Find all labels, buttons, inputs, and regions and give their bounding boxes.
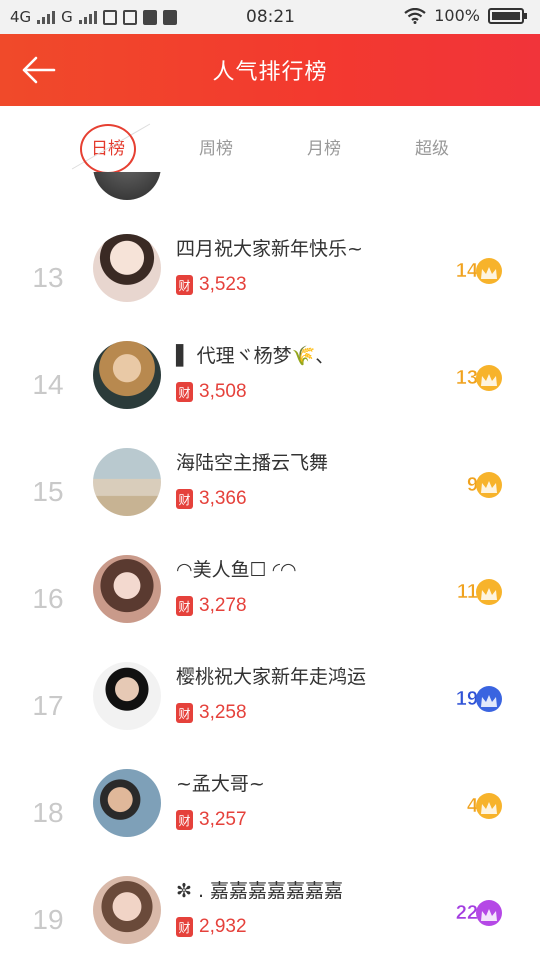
tab-weekly[interactable]: 周榜 (186, 134, 246, 159)
level-badge: 19 (455, 686, 502, 712)
wealth-amount: 3,278 (199, 595, 247, 616)
wealth-value: 财 3,257 (176, 809, 247, 831)
signal-icon (37, 10, 56, 24)
status-right: 100% (404, 6, 527, 25)
avatar (93, 172, 161, 200)
wealth-amount: 2,932 (199, 916, 247, 937)
rank-number: 19 (32, 904, 64, 935)
avatar[interactable] (93, 876, 161, 944)
avatar[interactable] (93, 234, 161, 302)
list-item[interactable]: 16 ◠美人鱼☐ ◜◠ 财 3,278 11 (0, 555, 540, 662)
level-number: 11 (456, 580, 479, 603)
user-name: ~孟大哥~ (176, 773, 265, 795)
wealth-badge-icon: 财 (176, 489, 193, 509)
rank-number: 18 (32, 797, 64, 828)
active-tab-indicator (80, 124, 136, 174)
level-number: 14 (455, 259, 478, 282)
level-badge: 13 (455, 365, 502, 391)
user-name: ◠美人鱼☐ ◜◠ (176, 559, 297, 581)
list-item[interactable]: 15 海陆空主播云飞舞财 3,366 9 (0, 448, 540, 555)
wealth-value: 财 3,258 (176, 702, 247, 724)
wealth-amount: 3,257 (199, 809, 247, 830)
level-number: 19 (455, 687, 478, 710)
level-badge: 14 (455, 258, 502, 284)
level-number: 13 (455, 366, 478, 389)
list-item[interactable]: 19 ✼ . 嘉嘉嘉嘉嘉嘉嘉财 2,932 22 (0, 876, 540, 960)
crown-icon (476, 472, 502, 498)
crown-icon (476, 686, 502, 712)
wealth-badge-icon: 财 (176, 917, 193, 937)
ranking-list: 13 四月祝大家新年快乐~ 财 3,523 14 14 ▌ 代理ヾ杨梦🌾、财 3,508 13 1… (0, 172, 540, 960)
crown-icon (476, 579, 502, 605)
wealth-badge-icon: 财 (176, 703, 193, 723)
crown-icon (476, 900, 502, 926)
tab-monthly[interactable]: 月榜 (294, 134, 354, 159)
wifi-icon (404, 7, 426, 24)
crown-icon (476, 793, 502, 819)
rank-number: 14 (32, 369, 64, 400)
notification-check-icon (102, 9, 117, 25)
list-item[interactable]: 13 四月祝大家新年快乐~ 财 3,523 14 (0, 234, 540, 341)
level-badge: 11 (457, 579, 502, 605)
rank-number: 13 (32, 262, 64, 293)
avatar[interactable] (93, 769, 161, 837)
avatar[interactable] (93, 555, 161, 623)
rank-number: 17 (32, 690, 64, 721)
wealth-value: 财 3,508 (176, 381, 247, 403)
battery-percent: 100% (434, 6, 480, 25)
tab-super[interactable]: 超级 (402, 134, 462, 159)
level-number: 22 (455, 901, 478, 924)
level-badge: 9 (467, 472, 502, 498)
signal-icon-2 (78, 10, 97, 24)
wealth-amount: 3,366 (199, 488, 247, 509)
wealth-value: 财 3,366 (176, 488, 247, 510)
wealth-badge-icon: 财 (176, 596, 193, 616)
status-left: 4G G (10, 8, 177, 26)
avatar[interactable] (93, 341, 161, 409)
wealth-badge-icon: 财 (176, 275, 193, 295)
wealth-value: 财 2,932 (176, 916, 247, 938)
rank-number: 15 (32, 476, 64, 507)
wealth-badge-icon: 财 (176, 810, 193, 830)
list-item[interactable]: 14 ▌ 代理ヾ杨梦🌾、财 3,508 13 (0, 341, 540, 448)
user-name: 海陆空主播云飞舞 (176, 452, 329, 474)
list-item[interactable]: 17 樱桃祝大家新年走鸿运财 3,258 19 (0, 662, 540, 769)
wealth-value: 财 3,523 (176, 274, 247, 296)
wealth-amount: 3,508 (199, 381, 247, 402)
page-title: 人气排行榜 (212, 60, 328, 85)
level-badge: 22 (455, 900, 502, 926)
network-4g-label: 4G (10, 8, 32, 26)
app-header: 人气排行榜 (0, 34, 540, 106)
rank-number: 16 (32, 583, 64, 614)
notification-mail-icon (142, 9, 157, 25)
level-badge: 4 (467, 793, 502, 819)
notification-k-icon (162, 9, 177, 25)
wealth-badge-icon: 财 (176, 382, 193, 402)
wealth-amount: 3,258 (199, 702, 247, 723)
network-g-label: G (61, 8, 73, 26)
user-name: ✼ . 嘉嘉嘉嘉嘉嘉嘉 (176, 880, 344, 902)
avatar[interactable] (93, 448, 161, 516)
crown-icon (476, 258, 502, 284)
status-bar: 4G G 08:21 100% (0, 0, 540, 34)
user-name: 樱桃祝大家新年走鸿运 (176, 666, 367, 688)
battery-icon (488, 7, 527, 24)
notification-app-icon (122, 9, 137, 25)
crown-icon (476, 365, 502, 391)
list-item[interactable]: 18 ~孟大哥~ 财 3,257 4 (0, 769, 540, 876)
arrow-left-icon[interactable] (20, 54, 56, 86)
clock: 08:21 (246, 7, 295, 27)
wealth-value: 财 3,278 (176, 595, 247, 617)
user-name: ▌ 代理ヾ杨梦🌾、 (176, 345, 335, 367)
list-item-partial[interactable] (0, 172, 540, 239)
avatar[interactable] (93, 662, 161, 730)
user-name: 四月祝大家新年快乐~ (176, 238, 363, 260)
wealth-amount: 3,523 (199, 274, 247, 295)
